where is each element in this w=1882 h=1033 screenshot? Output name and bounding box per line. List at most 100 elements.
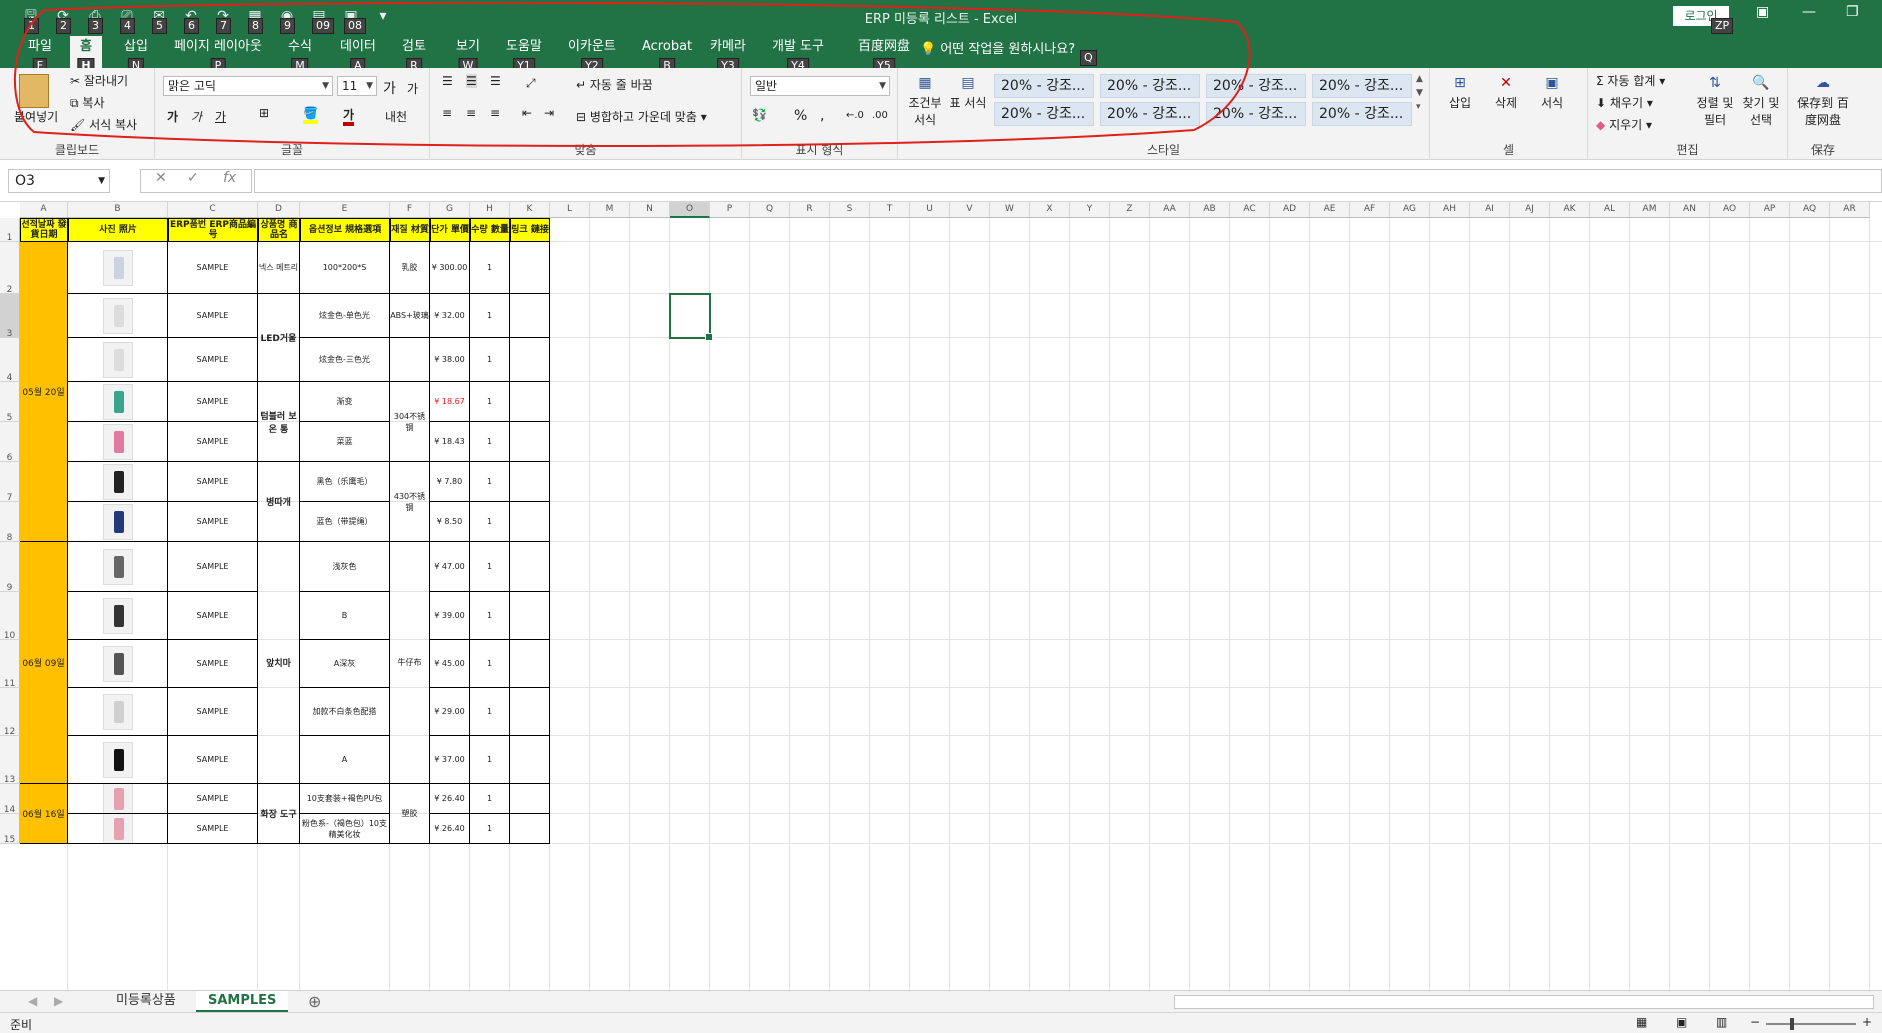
link-cell[interactable] [510,784,550,814]
link-cell[interactable] [510,542,550,592]
erp-code-cell[interactable]: SAMPLE [168,242,258,294]
link-cell[interactable] [510,294,550,338]
photo-cell[interactable] [68,592,168,640]
option-cell[interactable]: 10支套装+褐色PU包 [300,784,390,814]
column-header[interactable]: AQ [1790,202,1830,218]
wrap-text-button[interactable]: ↵ 자동 줄 바꿈 [576,76,653,93]
quantity-cell[interactable]: 1 [470,784,510,814]
login-button[interactable]: 로그인 ZP [1673,6,1734,34]
decrease-indent-icon[interactable]: ⇤ [522,106,532,120]
column-header[interactable]: AM [1630,202,1670,218]
erp-code-cell[interactable]: SAMPLE [168,736,258,784]
option-cell[interactable]: 浅灰色 [300,542,390,592]
price-cell[interactable]: ¥ 47.00 [430,542,470,592]
option-cell[interactable]: 炫金色-三色光 [300,338,390,382]
photo-cell[interactable] [68,502,168,542]
price-cell[interactable]: ¥ 37.00 [430,736,470,784]
tab-1[interactable]: 홈H [70,36,102,74]
column-header[interactable]: V [950,202,990,218]
quantity-cell[interactable]: 1 [470,338,510,382]
row-header[interactable]: 9 [0,542,20,593]
quantity-cell[interactable]: 1 [470,462,510,502]
column-header[interactable]: AK [1550,202,1590,218]
column-header[interactable]: B [68,202,168,218]
column-header[interactable]: AD [1270,202,1310,218]
tab-6[interactable]: 검토 R [392,36,436,74]
row-header[interactable]: 7 [0,462,20,503]
column-header[interactable]: H [470,202,510,218]
link-cell[interactable] [510,242,550,294]
column-header[interactable]: A [20,202,68,218]
material-cell[interactable]: 塑胶 [390,784,430,844]
option-cell[interactable]: 蓝色（带提绳） [300,502,390,542]
zoom-in-icon[interactable]: + [1862,1015,1872,1029]
row-header[interactable]: 2 [0,242,20,295]
zoom-slider[interactable] [1766,1018,1856,1030]
insert-cells-button[interactable]: ⊞ 삽입 [1440,72,1480,111]
row-header[interactable]: 6 [0,422,20,463]
row-header[interactable]: 4 [0,338,20,383]
column-header[interactable]: AL [1590,202,1630,218]
column-header[interactable]: P [710,202,750,218]
zoom-out-icon[interactable]: − [1750,1015,1760,1029]
quantity-cell[interactable]: 1 [470,592,510,640]
price-cell[interactable]: ¥ 18.43 [430,422,470,462]
format-cells-button[interactable]: ▣ 서식 [1532,72,1572,111]
material-cell[interactable]: 304不锈钢 [390,382,430,462]
date-cell[interactable]: 06월 09일 [20,542,68,784]
quantity-cell[interactable]: 1 [470,542,510,592]
product-name-cell[interactable]: 앞치마 [258,542,300,784]
decrease-decimal-icon[interactable]: .00 [872,110,888,121]
horizontal-scrollbar[interactable] [1174,995,1874,1009]
photo-cell[interactable] [68,338,168,382]
option-cell[interactable]: 菜蓝 [300,422,390,462]
add-sheet-icon[interactable]: ⊕ [308,992,321,1011]
clear-button[interactable]: ◆ 지우기 ▾ [1596,116,1652,133]
photo-cell[interactable] [68,736,168,784]
option-cell[interactable]: B [300,592,390,640]
quantity-cell[interactable]: 1 [470,294,510,338]
shrink-font-button[interactable]: 가 [407,80,418,97]
cell-style-item[interactable]: 20% - 강조... [1206,102,1306,126]
column-header[interactable]: Y [1070,202,1110,218]
erp-code-cell[interactable]: SAMPLE [168,784,258,814]
selected-cell[interactable] [669,293,713,341]
cell-style-item[interactable]: 20% - 강조... [1206,74,1306,98]
font-name-combo[interactable]: 맑은 고딕 ▼ [163,76,333,96]
product-name-cell[interactable]: 병따개 [258,462,300,542]
column-header[interactable]: AA [1150,202,1190,218]
find-select-button[interactable]: 🔍 찾기 및 선택 [1738,72,1784,128]
underline-button[interactable]: 가 [215,108,226,125]
photo-cell[interactable] [68,294,168,338]
erp-code-cell[interactable]: SAMPLE [168,422,258,462]
sheet-tab-samples[interactable]: SAMPLES [196,991,289,1012]
delete-cells-button[interactable]: ✕ 삭제 [1486,72,1526,111]
row-header[interactable]: 12 [0,688,20,737]
header-cell[interactable]: 재질 材質 [390,218,430,242]
erp-code-cell[interactable]: SAMPLE [168,592,258,640]
insert-function-icon[interactable]: fx [223,170,236,186]
link-cell[interactable] [510,592,550,640]
align-right-icon[interactable]: ≡ [490,106,500,120]
column-header[interactable]: AJ [1510,202,1550,218]
erp-code-cell[interactable]: SAMPLE [168,382,258,422]
tab-3[interactable]: 페이지 레이아웃 P [164,36,272,74]
link-cell[interactable] [510,502,550,542]
tab-7[interactable]: 보기 W [446,36,490,74]
cut-button[interactable]: ✂ 잘라내기 [70,72,128,89]
link-cell[interactable] [510,814,550,844]
price-cell[interactable]: ¥ 32.00 [430,294,470,338]
formula-input[interactable] [254,169,1882,193]
quantity-cell[interactable]: 1 [470,688,510,736]
price-cell[interactable]: ¥ 7.80 [430,462,470,502]
link-cell[interactable] [510,422,550,462]
price-cell[interactable]: ¥ 29.00 [430,688,470,736]
header-cell[interactable]: 사진 照片 [68,218,168,242]
column-header[interactable]: R [790,202,830,218]
price-cell[interactable]: ¥ 38.00 [430,338,470,382]
row-header[interactable]: 11 [0,640,20,689]
font-color-button[interactable]: 가 [343,106,355,126]
price-cell[interactable]: ¥ 8.50 [430,502,470,542]
photo-cell[interactable] [68,462,168,502]
quantity-cell[interactable]: 1 [470,640,510,688]
